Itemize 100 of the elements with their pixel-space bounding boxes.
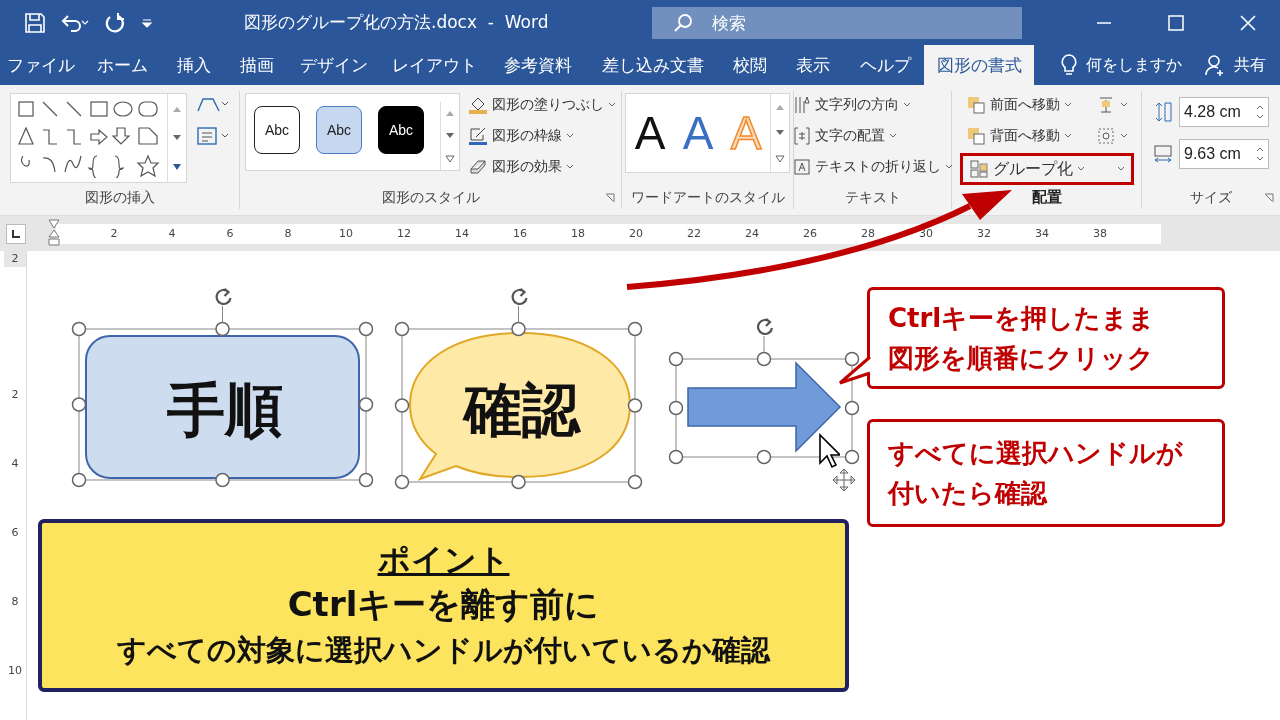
- text-box-icon[interactable]: [195, 125, 229, 147]
- pen-icon: [468, 125, 488, 146]
- group-objects-icon: [968, 159, 989, 179]
- ribbon-command[interactable]: 図形の効果: [468, 155, 616, 178]
- ribbon-command[interactable]: 文字の配置: [792, 124, 953, 147]
- tell-me-link[interactable]: 何をしますか: [1086, 54, 1182, 76]
- callout-text: Ctrlキーを押したまま 図形を順番にクリック: [888, 302, 1156, 375]
- shape-style-preset[interactable]: Abc: [254, 106, 300, 154]
- selection-handles[interactable]: [71, 287, 374, 488]
- tab-selector[interactable]: [6, 223, 26, 244]
- ribbon-command[interactable]: 図形の枠線: [468, 124, 616, 147]
- ruler-number: 20: [628, 225, 644, 242]
- selection-handles[interactable]: [394, 287, 643, 490]
- selection-pane-icon: [1095, 125, 1116, 146]
- group-label: ワードアートのスタイル: [630, 189, 785, 207]
- search-bar[interactable]: 検索: [652, 6, 1022, 39]
- more-icon[interactable]: [445, 154, 455, 163]
- ruler-number: 26: [802, 225, 818, 242]
- width-field[interactable]: 9.63 cm: [1179, 139, 1269, 169]
- group-label: 図形の挿入: [84, 189, 155, 207]
- lightbulb-icon: [1060, 53, 1078, 77]
- save-icon[interactable]: [24, 11, 46, 34]
- speech-bubble-shape[interactable]: [409, 332, 631, 480]
- more-icon[interactable]: [775, 155, 785, 163]
- shape-gallery[interactable]: [10, 93, 187, 183]
- caret-icon: [944, 163, 953, 170]
- ribbon-command[interactable]: 文字列の方向: [792, 93, 953, 116]
- caret-icon: [1116, 166, 1125, 172]
- ruler-number: 14: [454, 225, 470, 242]
- wordart-preset[interactable]: A: [626, 94, 674, 172]
- text-direction-icon: [792, 94, 811, 115]
- wordart-preset[interactable]: A: [674, 94, 722, 172]
- more-icon[interactable]: [172, 163, 182, 172]
- shape-text: 手順: [167, 375, 283, 446]
- ruler-number: 2: [11, 387, 19, 403]
- ribbon-tab[interactable]: ファイル: [0, 45, 82, 85]
- scroll-down-icon[interactable]: [445, 132, 455, 140]
- caret-icon: [566, 163, 574, 170]
- caret-icon: [608, 101, 616, 108]
- ribbon-tab[interactable]: 描画: [223, 45, 290, 85]
- redo-icon[interactable]: [104, 11, 126, 34]
- ribbon-command[interactable]: 図形の塗りつぶし: [468, 93, 616, 116]
- ruler-number: 10: [8, 663, 22, 679]
- ribbon-tab[interactable]: 挿入: [163, 45, 224, 85]
- ribbon-tab[interactable]: レイアウト: [379, 45, 490, 85]
- pointer-cursor-icon: [818, 433, 840, 469]
- ribbon-tab[interactable]: 図形の書式: [924, 45, 1034, 85]
- person-add-icon: [1204, 53, 1226, 77]
- ribbon-command[interactable]: グループ化: [959, 153, 1134, 185]
- point-text: Ctrlキーを離す前に: [287, 582, 600, 626]
- window-title: 図形のグループ化の方法.docx - Word: [244, 11, 550, 34]
- ruler-number: 32: [976, 225, 992, 242]
- callout-text: すべてに選択ハンドルが 付いたら確認: [888, 437, 1183, 510]
- ruler-number: 24: [744, 225, 760, 242]
- height-field[interactable]: 4.28 cm: [1179, 97, 1269, 127]
- rounded-rectangle-shape[interactable]: [85, 335, 360, 479]
- spinner-arrows-icon[interactable]: [1256, 145, 1264, 163]
- move-cursor-icon: [831, 467, 857, 493]
- group-label: サイズ: [1190, 189, 1232, 207]
- close-icon[interactable]: [1238, 12, 1258, 33]
- indent-marker-icon[interactable]: [48, 219, 60, 247]
- scroll-down-icon[interactable]: [775, 129, 785, 137]
- ribbon-tab[interactable]: デザイン: [289, 45, 380, 85]
- shape-height-icon: [1153, 101, 1173, 123]
- selection-handles[interactable]: [668, 317, 860, 465]
- layer-order-icon: [965, 125, 986, 146]
- dialog-launcher-icon[interactable]: [605, 193, 615, 203]
- group-label: テキスト: [844, 189, 901, 207]
- caret-icon: [1063, 132, 1072, 139]
- ruler-number: 8: [11, 594, 19, 610]
- ribbon-tab[interactable]: 参考資料: [489, 45, 587, 85]
- shape-style-preset[interactable]: Abc: [378, 106, 424, 154]
- dialog-launcher-icon[interactable]: [1264, 193, 1274, 203]
- spinner-arrows-icon[interactable]: [1256, 103, 1264, 121]
- scroll-down-icon[interactable]: [172, 134, 182, 142]
- ruler-number: 10: [338, 225, 354, 242]
- caret-icon: [902, 101, 911, 108]
- ribbon-tab[interactable]: 差し込み文書: [586, 45, 719, 85]
- ribbon-tab[interactable]: ヘルプ: [846, 45, 925, 85]
- point-title: ポイント: [377, 539, 510, 581]
- share-button[interactable]: 共有: [1234, 54, 1266, 76]
- ribbon-command[interactable]: テキストの折り返し: [792, 155, 953, 178]
- arrow-shape[interactable]: [687, 361, 842, 453]
- text-align-icon: [792, 125, 811, 146]
- ribbon-command[interactable]: 背面へ移動: [959, 124, 1134, 147]
- caret-icon: [1063, 101, 1072, 108]
- ruler-number: 18: [570, 225, 586, 242]
- ribbon-tab[interactable]: 校閲: [718, 45, 781, 85]
- caret-icon: [1119, 132, 1128, 139]
- search-field[interactable]: 検索: [710, 11, 914, 34]
- ribbon-tab[interactable]: ホーム: [81, 45, 164, 85]
- caret-icon: [1119, 101, 1128, 108]
- tab-stop-icon: [11, 228, 21, 239]
- maximize-icon[interactable]: [1166, 12, 1186, 33]
- ruler-number: 28: [860, 225, 876, 242]
- ruler-number: 8: [283, 225, 293, 242]
- shape-style-preset[interactable]: Abc: [316, 106, 362, 154]
- ruler-number: 12: [396, 225, 412, 242]
- ribbon-tab[interactable]: 表示: [780, 45, 847, 85]
- ribbon-command[interactable]: 前面へ移動: [959, 93, 1134, 116]
